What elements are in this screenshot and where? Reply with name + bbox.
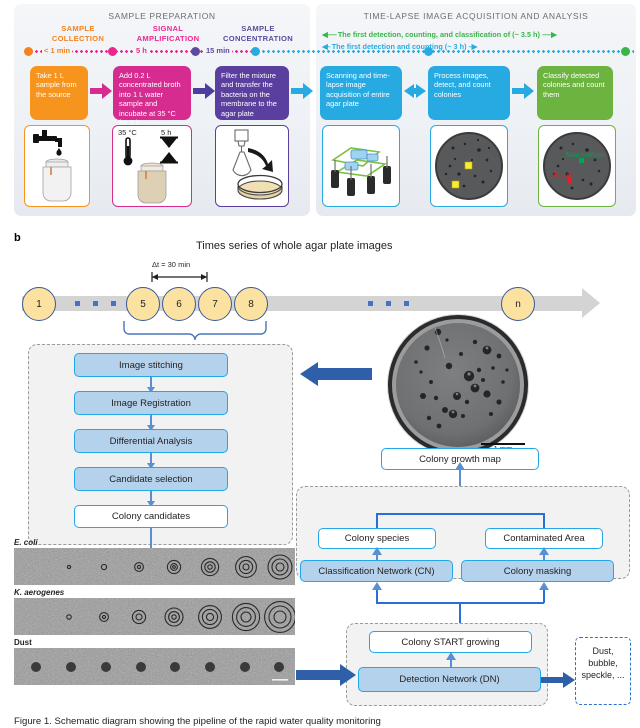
arrow-head-icon [371, 547, 382, 555]
faucet-jar-icon [33, 130, 72, 202]
stage-title-signal-amplification: SIGNAL AMPLIFICATION [136, 24, 200, 43]
photo-card-sample-collection [24, 125, 90, 207]
timeline-duration-0: < 1 min [42, 46, 73, 55]
step-box-process-images: Process images, detect, and count coloni… [428, 66, 510, 120]
box-rejects: Dust, bubble, speckle, ... [575, 637, 631, 705]
tree-connector-right [543, 513, 545, 529]
timepoint-circle-7[interactable]: 7 [198, 287, 232, 321]
timepoint-brace-icon [123, 321, 267, 341]
strip-dust [14, 648, 295, 685]
timeline-panel-a: < 1 min 5 h 15 min [24, 46, 634, 56]
chevron-2-icon [193, 83, 215, 99]
arrow-to-rejects [541, 672, 575, 693]
timeline-ellipsis-dot [404, 301, 409, 306]
box-classification-network[interactable]: Classification Network (CN) [300, 560, 453, 582]
timeline-node-5 [621, 47, 630, 56]
timeline-duration-2: 15 min [204, 46, 232, 55]
step-box-scanning: Scanning and time-lapse image acquisitio… [320, 66, 402, 120]
photo-card-sample-concentration [215, 125, 289, 207]
plate-label-e-coli: E. coli [553, 172, 571, 179]
arrow-head-icon [538, 547, 549, 555]
arrow-head-icon [538, 582, 549, 590]
section-title-sample-preparation: SAMPLE PREPARATION [108, 11, 216, 21]
timeline-axis-panel-b [22, 296, 584, 311]
timeline-arrowhead-icon [582, 288, 600, 318]
scanner-rig-icon [330, 147, 391, 196]
timeline-node-4 [424, 47, 433, 56]
plate-label-total-coliform: Total coliform [565, 152, 604, 159]
tree-connector-horizontal [376, 513, 544, 515]
panel-b-letter: b [14, 232, 21, 244]
strip-label-dust: Dust [14, 638, 32, 647]
strip-e-coli [14, 548, 295, 585]
agar-plate-photo: 1 mm [383, 310, 533, 460]
box-colony-start-growing[interactable]: Colony START growing [369, 631, 532, 653]
timeline-node-0 [24, 47, 33, 56]
panel-b: b Times series of whole agar plate image… [0, 222, 640, 722]
timeline-node-2 [191, 47, 200, 56]
timepoint-circle-1[interactable]: 1 [22, 287, 56, 321]
tree-connector-left [376, 513, 378, 529]
box-candidate-selection[interactable]: Candidate selection [74, 467, 228, 491]
timeseries-title: Times series of whole agar plate images [196, 240, 393, 252]
chevron-3-icon [291, 83, 313, 99]
incubation-icon [123, 136, 178, 204]
box-image-registration[interactable]: Image Registration [74, 391, 228, 415]
arrow-head-icon [445, 652, 456, 660]
step-box-sample-collection: Take 1 L sample from the source [30, 66, 88, 120]
box-contaminated-area[interactable]: Contaminated Area [485, 528, 603, 549]
panel-a: a SAMPLE PREPARATION TIME-LAPSE IMAGE AC… [0, 0, 640, 220]
timeline-segment-2 [256, 50, 634, 53]
photo-card-signal-amplification: 35 °C 5 h [112, 125, 192, 207]
box-image-stitching[interactable]: Image stitching [74, 353, 228, 377]
photo-card-detected-plate [430, 125, 508, 207]
section-title-time-lapse: TIME-LAPSE IMAGE ACQUISITION AND ANALYSI… [363, 11, 589, 21]
photo-card-classified-plate: Total coliform E. coli [538, 125, 616, 207]
box-colony-species[interactable]: Colony species [318, 528, 436, 549]
stage-title-sample-concentration: SAMPLE CONCENTRATION [223, 24, 293, 43]
step-box-signal-amplification: Add 0.2 L concentrated broth into 1 L wa… [113, 66, 191, 127]
detection-fanout-right [543, 590, 545, 603]
strip-label-k-aerogenes: K. aerogenes [14, 588, 65, 597]
chevron-1-icon [90, 83, 112, 99]
stage-title-sample-collection: SAMPLE COLLECTION [51, 24, 105, 43]
agar-plate-image [387, 314, 529, 456]
timepoint-circle-8[interactable]: 8 [234, 287, 268, 321]
filter-flask-plate-icon [232, 129, 283, 200]
timepoint-circle-6[interactable]: 6 [162, 287, 196, 321]
arrow-head-icon [455, 462, 465, 470]
timeline-node-1 [108, 47, 117, 56]
chevron-4-icon [512, 83, 534, 99]
box-detection-network[interactable]: Detection Network (DN) [358, 667, 541, 692]
chevron-double-icon [404, 84, 426, 98]
box-differential-analysis[interactable]: Differential Analysis [74, 429, 228, 453]
step-box-sample-concentration: Filter the mixture and transfer the bact… [215, 66, 289, 120]
timeline-ellipsis-dot [75, 301, 80, 306]
timeline-ellipsis-dot [386, 301, 391, 306]
strip-k-aerogenes [14, 598, 295, 635]
photo-card-scanner [322, 125, 400, 207]
annotation-detection-classification: ◀––– The first detection, counting, and … [322, 30, 557, 39]
timepoint-circle-5[interactable]: 5 [126, 287, 160, 321]
step-box-classify: Classify detected colonies and count the… [537, 66, 613, 120]
delta-t-measure-icon [151, 272, 208, 282]
detection-fanout-stem [459, 602, 461, 624]
timeline-duration-1: 5 h [134, 46, 149, 55]
delta-t-label: Δt = 30 min [152, 260, 191, 269]
rejects-label: Dust, bubble, speckle, ... [581, 646, 625, 680]
figure-caption: Figure 1. Schematic diagram showing the … [14, 716, 381, 727]
agar-plate-detection-icon [435, 132, 503, 200]
box-colony-masking[interactable]: Colony masking [461, 560, 614, 582]
arrow-strips-to-detection [296, 664, 356, 691]
timeline-node-3 [251, 47, 260, 56]
agar-plate-classification-icon [543, 132, 611, 200]
arrow-plate-to-pipeline [300, 362, 372, 391]
strip-label-e-coli: E. coli [14, 538, 38, 547]
timeline-ellipsis-dot [368, 301, 373, 306]
arrow-head-icon [371, 582, 382, 590]
box-colony-candidates[interactable]: Colony candidates [74, 505, 228, 528]
timeline-ellipsis-dot [93, 301, 98, 306]
timeline-ellipsis-dot [111, 301, 116, 306]
detection-fanout-left [376, 590, 378, 603]
